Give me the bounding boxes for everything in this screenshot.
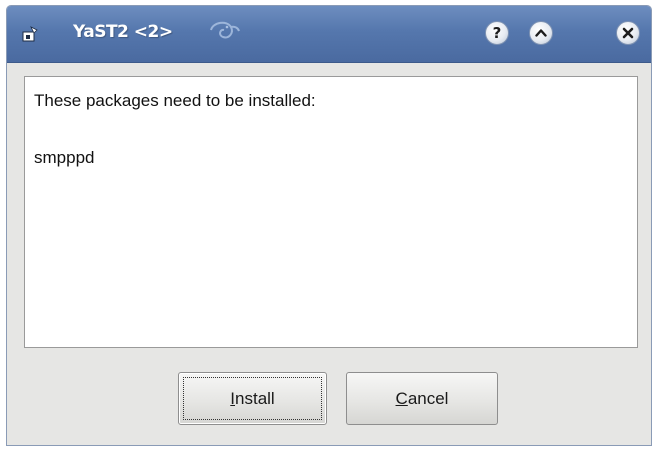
yast-dialog-window: YaST2 <2> ? These packages need to be in…: [6, 5, 652, 446]
install-button-label: Install: [230, 388, 275, 408]
cancel-button-label: Cancel: [395, 388, 449, 408]
close-icon[interactable]: [616, 21, 640, 45]
package-list-area: These packages need to be installed: smp…: [24, 76, 638, 348]
title-bar[interactable]: YaST2 <2> ?: [7, 6, 651, 63]
install-button[interactable]: Install: [178, 372, 327, 425]
package-name: smpppd: [34, 148, 95, 167]
opensuse-chameleon-icon: [207, 18, 241, 44]
install-message: These packages need to be installed:: [34, 91, 316, 110]
help-icon[interactable]: ?: [485, 21, 509, 45]
window-title: YaST2 <2>: [73, 22, 173, 42]
shade-window-icon[interactable]: [529, 21, 553, 45]
package-icon[interactable]: [22, 26, 38, 42]
cancel-button[interactable]: Cancel: [346, 372, 498, 425]
